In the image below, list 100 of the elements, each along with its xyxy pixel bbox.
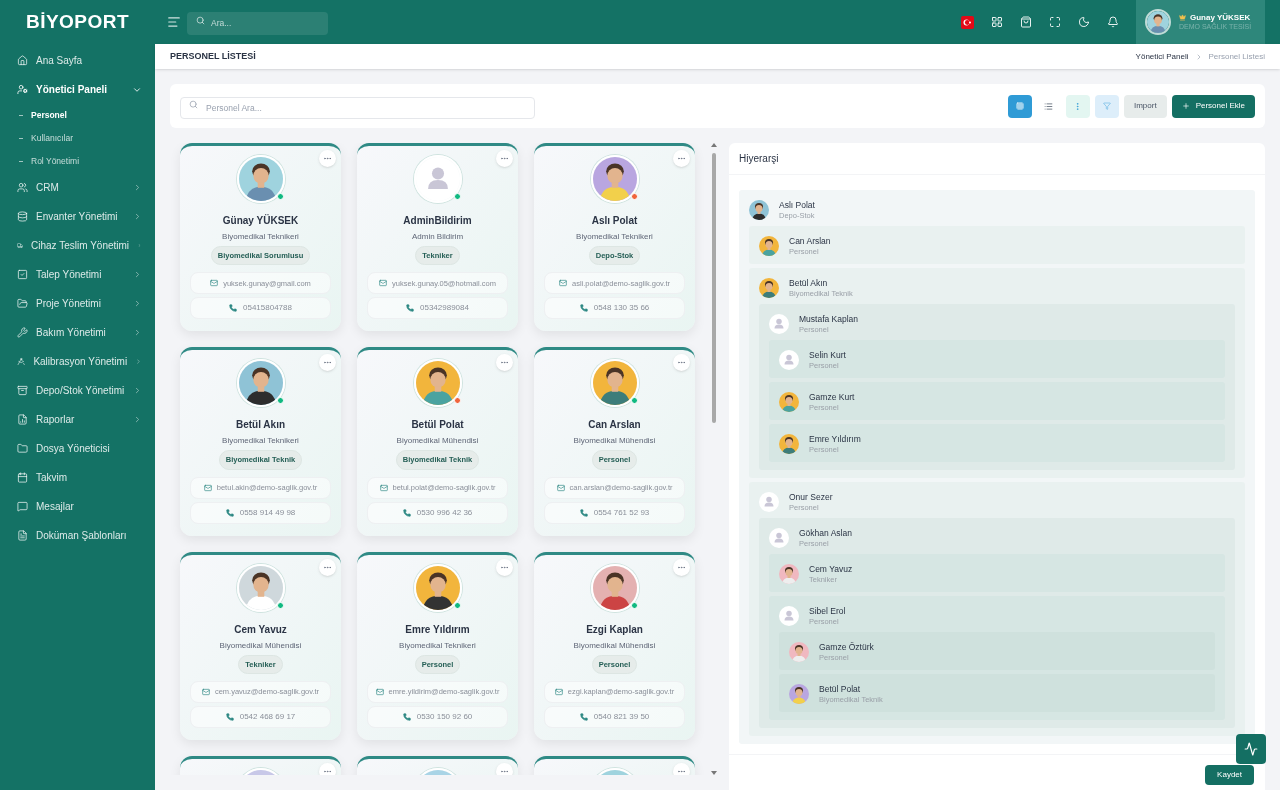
ellipsis-icon [677, 154, 686, 163]
phone-icon [579, 508, 588, 517]
mail-icon [554, 687, 563, 696]
more-button[interactable] [319, 150, 336, 167]
plus-icon [1181, 102, 1190, 110]
sidebar-item[interactable]: Talep Yönetimi [0, 260, 155, 289]
phone-text: 05342989084 [420, 302, 469, 315]
sidebar-item[interactable]: Kalibrasyon Yönetimi [0, 347, 155, 376]
node-name: Aslı Polat [779, 200, 815, 211]
archive-icon [17, 385, 28, 396]
users-icon [17, 182, 28, 193]
sidebar-item[interactable]: Mesajlar [0, 492, 155, 521]
staff-title: Biyomedikal Mühendisi [573, 639, 656, 652]
pulse-icon [1244, 742, 1258, 756]
staff-name: AdminBildirim [403, 214, 472, 228]
phone-text: 0558 914 49 98 [239, 506, 296, 519]
dash-icon [19, 161, 23, 162]
more-button[interactable] [319, 354, 336, 372]
sidebar-item[interactable]: Raporlar [0, 405, 155, 434]
logo[interactable]: BİYOPORT [26, 7, 129, 37]
more-button[interactable] [319, 558, 336, 576]
save-button[interactable]: Kaydet [1205, 765, 1254, 785]
chart-file-icon [17, 414, 28, 425]
notification-icon[interactable] [1107, 16, 1119, 28]
staff-title: Biyomedikal Mühendisi [573, 435, 656, 448]
phone-icon [229, 304, 237, 313]
more-options-button[interactable] [1065, 94, 1090, 118]
sidebar-item[interactable]: Proje Yönetimi [0, 289, 155, 318]
sidebar-item[interactable]: Takvim [0, 463, 155, 492]
sidebar-item[interactable]: Envanter Yönetimi [0, 202, 155, 231]
phone-text: 0542 468 69 17 [239, 710, 296, 723]
node-name: Onur Sezer [789, 492, 833, 503]
staff-title: Biyomedikal Mühendisi [219, 639, 302, 652]
sidebar-item[interactable]: Doküman Şablonları [0, 521, 155, 550]
mail-icon [379, 279, 388, 288]
scrollbar[interactable] [711, 143, 717, 775]
search-field[interactable]: Personel Ara... [180, 96, 535, 119]
user-icon [779, 350, 799, 370]
bag-icon[interactable] [1020, 16, 1032, 28]
message-icon [17, 501, 28, 512]
more-button[interactable] [673, 762, 690, 775]
phone-icon [225, 712, 234, 721]
sidebar-item[interactable]: Cihaz Teslim Yönetimi [0, 231, 155, 260]
phone-text: 0530 150 92 60 [416, 710, 473, 723]
staff-name: Aslı Polat [591, 214, 638, 228]
staff-name: Betül Akın [235, 418, 286, 433]
compass-icon [17, 356, 26, 367]
fullscreen-icon[interactable] [1049, 16, 1061, 28]
dash-icon [19, 115, 23, 116]
flag-icon[interactable] [961, 15, 974, 29]
submenu-item[interactable]: Kullanıcılar [0, 127, 155, 150]
sidebar-item[interactable]: Yönetici Paneli [0, 75, 155, 104]
phone-icon [579, 712, 588, 721]
sidebar-item[interactable]: Ana Sayfa [0, 46, 155, 75]
list-icon [1044, 101, 1054, 111]
filter-button[interactable] [1094, 94, 1119, 118]
add-staff-button[interactable]: Personel Ekle [1171, 94, 1255, 118]
more-button[interactable] [496, 558, 513, 576]
phone-icon [225, 508, 234, 517]
submenu-item[interactable]: Rol Yönetimi [0, 150, 155, 173]
phone-text: 0530 996 42 36 [416, 506, 473, 519]
staff-name: Günay YÜKSEK [222, 213, 299, 228]
mail-icon [559, 279, 568, 288]
phone-text: 0540 821 39 50 [593, 710, 650, 723]
phone-icon [406, 304, 414, 313]
grid-view-button[interactable] [1007, 94, 1032, 118]
sidebar-item[interactable]: CRM [0, 173, 155, 202]
phone-text: 0548 130 35 66 [593, 302, 650, 315]
more-button[interactable] [319, 762, 336, 775]
sidebar-item[interactable]: Dosya Yöneticisi [0, 434, 155, 463]
more-button[interactable] [496, 762, 513, 775]
more-button[interactable] [673, 558, 690, 576]
search-icon [189, 100, 198, 109]
database-icon [17, 211, 28, 222]
ellipsis-icon [500, 154, 509, 163]
grid-icon [1015, 102, 1024, 110]
more-button[interactable] [673, 150, 690, 167]
user-name: Gunay YÜKSEK [1190, 12, 1251, 23]
more-button[interactable] [673, 354, 690, 372]
more-button[interactable] [496, 150, 513, 167]
mail-icon [203, 483, 212, 492]
mail-icon [556, 483, 565, 492]
node-name: Betül Polat [819, 684, 862, 695]
calendar-icon [17, 472, 28, 483]
breadcrumb-link[interactable]: Yönetici Paneli [1135, 50, 1189, 63]
apps-icon[interactable] [991, 16, 1003, 28]
moon-icon[interactable] [1078, 16, 1090, 28]
import-button[interactable]: Import [1123, 94, 1167, 118]
activity-button[interactable] [1236, 734, 1266, 764]
menu-icon[interactable] [167, 15, 181, 29]
mail-icon [375, 687, 384, 696]
submenu-item[interactable]: Personel [0, 104, 155, 127]
node-name: Gamze Kurt [809, 392, 855, 403]
node-name: Gamze Öztürk [819, 642, 874, 653]
breadcrumb-link[interactable]: Personel Listesi [1208, 50, 1265, 63]
staff-title: Biyomedikal Teknikeri [222, 435, 299, 448]
sidebar-item[interactable]: Bakım Yönetimi [0, 318, 155, 347]
more-button[interactable] [496, 354, 513, 372]
user-gear-icon [17, 84, 28, 95]
sidebar-item[interactable]: Depo/Stok Yönetimi [0, 376, 155, 405]
